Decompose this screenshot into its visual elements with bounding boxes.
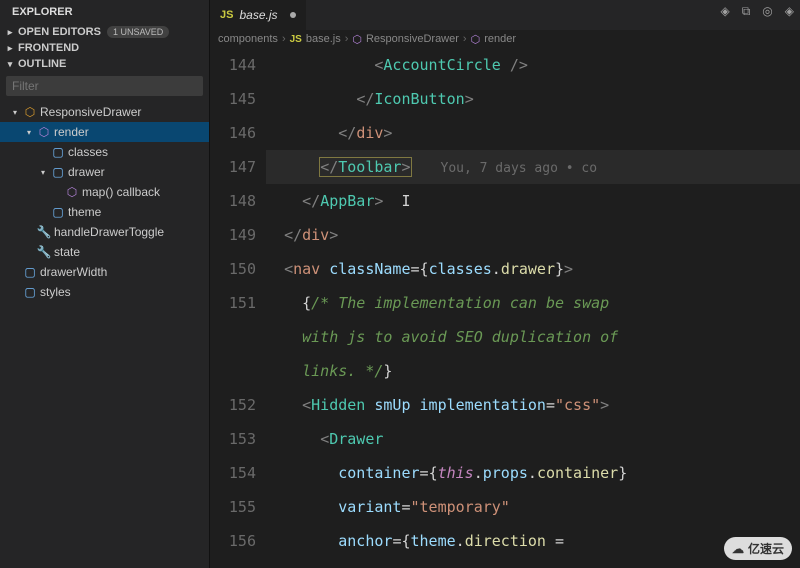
line-number [210, 354, 256, 388]
tab-label: base.js [239, 8, 277, 22]
outline-tree: ▾⬡ResponsiveDrawer▾⬡render▢classes▾▢draw… [0, 100, 209, 304]
line-number: 155 [210, 490, 256, 524]
line-number: 156 [210, 524, 256, 558]
cube-icon: ⬡ [352, 33, 362, 46]
method-icon: ⬡ [37, 125, 51, 139]
chevron-icon: ▾ [10, 108, 20, 117]
line-number: 146 [210, 116, 256, 150]
cube-icon: ⬡ [471, 33, 481, 46]
outline-item-theme[interactable]: ▢theme [0, 202, 209, 222]
outline-item-render[interactable]: ▾⬡render [0, 122, 209, 142]
field-icon: ▢ [23, 285, 37, 299]
outline-section[interactable]: ▾ OUTLINE [0, 56, 209, 72]
js-file-icon: JS [220, 9, 233, 21]
line-number: 152 [210, 388, 256, 422]
active-line: </Toolbar>You, 7 days ago • co [266, 150, 800, 184]
bc-class[interactable]: ResponsiveDrawer [366, 33, 459, 45]
chevron-right-icon: › [345, 33, 349, 45]
chevron-icon: ▾ [38, 168, 48, 177]
diff-icon[interactable]: ◈ [720, 4, 729, 19]
editor-area: ◈ ⧉ ◎ ◈ JS base.js components › JS base.… [210, 0, 800, 568]
editor-tabs: JS base.js [210, 0, 800, 30]
outline-item-state[interactable]: 🔧state [0, 242, 209, 262]
editor-title-actions: ◈ ⧉ ◎ ◈ [720, 4, 794, 19]
outline-item-label: handleDrawerToggle [54, 225, 164, 239]
line-number: 147 [210, 150, 256, 184]
chevron-right-icon: › [463, 33, 467, 45]
outline-item-classes[interactable]: ▢classes [0, 142, 209, 162]
chevron-right-icon: ▸ [4, 27, 16, 38]
outline-item-responsivedrawer[interactable]: ▾⬡ResponsiveDrawer [0, 102, 209, 122]
modified-dot-icon [290, 12, 296, 18]
outline-item-label: styles [40, 285, 71, 299]
outline-item-drawer[interactable]: ▾▢drawer [0, 162, 209, 182]
chevron-icon: ▾ [24, 128, 34, 137]
field-icon: ▢ [51, 205, 65, 219]
outline-item-label: theme [68, 205, 101, 219]
watermark-badge: ☁ 亿速云 [724, 537, 792, 560]
chevron-right-icon: ▸ [4, 43, 16, 54]
cloud-icon: ☁ [732, 542, 744, 556]
line-number: 151 [210, 286, 256, 320]
code-lines[interactable]: <AccountCircle /> </IconButton> </div> <… [266, 48, 800, 568]
outline-item-drawerwidth[interactable]: ▢drawerWidth [0, 262, 209, 282]
open-editors-label: OPEN EDITORS [18, 26, 101, 38]
breadcrumb[interactable]: components › JS base.js › ⬡ ResponsiveDr… [210, 30, 800, 48]
outline-item-label: map() callback [82, 185, 160, 199]
code-editor[interactable]: 144145146147148149150151152153154155156 … [210, 48, 800, 568]
split-icon[interactable]: ⧉ [742, 4, 751, 19]
cursor-icon: I [401, 192, 410, 210]
method-icon: ⬡ [65, 185, 79, 199]
line-number: 148 [210, 184, 256, 218]
js-file-icon: JS [290, 34, 302, 45]
line-gutter: 144145146147148149150151 152153154155156 [210, 48, 266, 568]
field-icon: ▢ [51, 145, 65, 159]
bc-method[interactable]: render [484, 33, 516, 45]
tab-base-js[interactable]: JS base.js [210, 0, 306, 30]
outline-item-label: drawer [68, 165, 105, 179]
outline-item-label: render [54, 125, 89, 139]
field-icon: ▢ [51, 165, 65, 179]
explorer-sidebar: EXPLORER ▸ OPEN EDITORS 1 UNSAVED ▸ FRON… [0, 0, 210, 568]
line-number [210, 320, 256, 354]
frontend-label: FRONTEND [18, 42, 79, 54]
outline-item-styles[interactable]: ▢styles [0, 282, 209, 302]
outline-item-label: drawerWidth [40, 265, 107, 279]
bc-folder[interactable]: components [218, 33, 278, 45]
line-number: 154 [210, 456, 256, 490]
explorer-header: EXPLORER [0, 0, 209, 24]
field-icon: ▢ [23, 265, 37, 279]
outline-item-label: state [54, 245, 80, 259]
prop-icon: 🔧 [37, 225, 51, 239]
bc-file[interactable]: base.js [306, 33, 341, 45]
chevron-right-icon: › [282, 33, 286, 45]
open-editors-section[interactable]: ▸ OPEN EDITORS 1 UNSAVED [0, 24, 209, 40]
line-number: 145 [210, 82, 256, 116]
line-number: 144 [210, 48, 256, 82]
line-number: 149 [210, 218, 256, 252]
line-number: 150 [210, 252, 256, 286]
outline-filter-input[interactable] [6, 76, 203, 96]
outline-label: OUTLINE [18, 58, 66, 70]
class-icon: ⬡ [23, 105, 37, 119]
outline-item-map-callback[interactable]: ⬡map() callback [0, 182, 209, 202]
unsaved-badge: 1 UNSAVED [107, 26, 169, 38]
git-lens: You, 7 days ago • co [441, 161, 598, 176]
outline-item-handledrawertoggle[interactable]: 🔧handleDrawerToggle [0, 222, 209, 242]
chevron-down-icon: ▾ [4, 59, 16, 70]
outline-item-label: ResponsiveDrawer [40, 105, 141, 119]
more-icon[interactable]: ◈ [785, 4, 794, 19]
preview-icon[interactable]: ◎ [762, 4, 772, 19]
frontend-section[interactable]: ▸ FRONTEND [0, 40, 209, 56]
outline-item-label: classes [68, 145, 108, 159]
prop-icon: 🔧 [37, 245, 51, 259]
line-number: 153 [210, 422, 256, 456]
